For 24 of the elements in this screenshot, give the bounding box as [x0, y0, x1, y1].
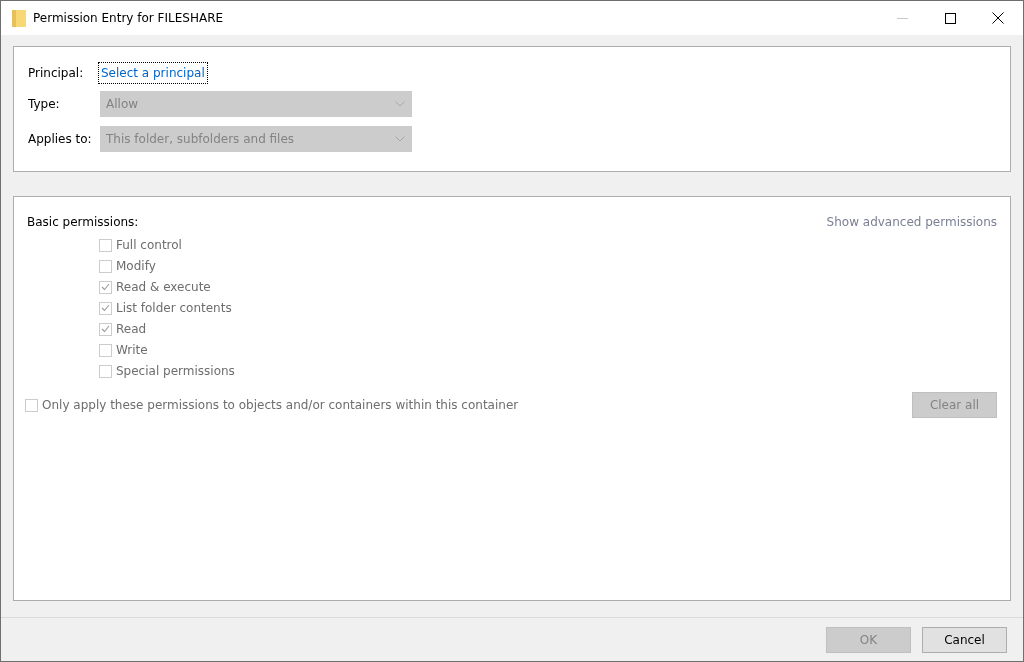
checkbox-label: Full control: [116, 238, 182, 252]
field-label: Applies to:: [28, 132, 93, 146]
checkmark-icon: [101, 304, 110, 312]
dialog-button[interactable]: Cancel: [922, 626, 1007, 653]
principal-label: Principal:: [28, 66, 85, 80]
checkbox-label: Special permissions: [116, 364, 235, 378]
chevron-icon: [395, 101, 405, 107]
checkmark-icon: [101, 325, 110, 333]
checkbox-label: List folder contents: [116, 301, 232, 315]
select-principal-link[interactable]: Select a principal: [100, 64, 206, 82]
chevron-icon: [395, 136, 405, 142]
close-icon: [992, 12, 1004, 24]
checkbox-label: Read & execute: [116, 280, 211, 294]
folder-icon: [12, 9, 26, 27]
checkbox-label: Only apply these permissions to objects and/or containers within this container: [42, 398, 519, 412]
checkbox-label: Read: [116, 322, 147, 336]
basic-permissions-heading: Basic permissions:: [27, 215, 139, 229]
maximize-icon: [944, 12, 956, 24]
checkbox-label: Modify: [116, 259, 156, 273]
window-title: Permission Entry for FILESHARE: [33, 11, 225, 25]
checkmark-icon: [101, 283, 110, 291]
field-label: Type:: [28, 97, 61, 111]
minimize-icon: [896, 17, 908, 19]
checkbox-label: Write: [116, 343, 148, 357]
